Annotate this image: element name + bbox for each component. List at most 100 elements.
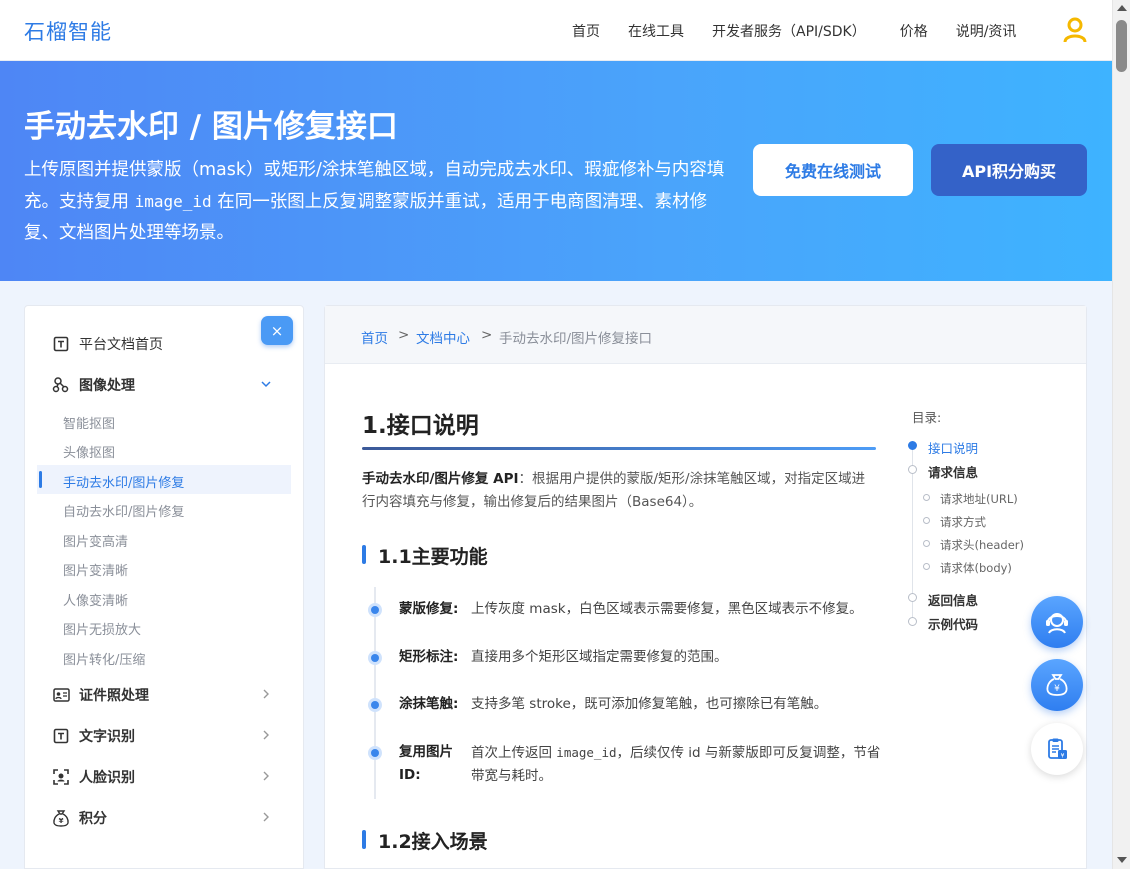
subsection-title-scenes: 1.2接入场景 [362, 827, 488, 854]
main-nav: 首页 在线工具 开发者服务（API/SDK） 价格 说明/资讯 [572, 21, 1044, 41]
toc-dot [908, 465, 917, 474]
nav-online-tools[interactable]: 在线工具 [628, 21, 684, 41]
chevron-right-icon[interactable] [261, 689, 271, 699]
sidebar-item-home[interactable]: 平台文档首页 [52, 334, 163, 354]
sidebar-item-label: 图像处理 [79, 378, 135, 394]
toc-item-request-body[interactable]: 请求体(body) [940, 560, 1012, 576]
nav-pricing[interactable]: 价格 [900, 21, 928, 41]
toc-dot [908, 617, 917, 626]
intro-paragraph: 手动去水印/图片修复 API：根据用户提供的蒙版/矩形/涂抹笔触区域，对指定区域… [362, 468, 876, 514]
feature-label: 复用图片 ID: [399, 741, 453, 787]
subsection-title-features: 1.1主要功能 [362, 542, 488, 569]
page-scrollbar[interactable] [1112, 0, 1130, 869]
section-title-underline [362, 447, 876, 450]
chevron-down-icon[interactable] [261, 379, 271, 389]
svg-text:¥: ¥ [1054, 684, 1060, 694]
timeline-dot [368, 746, 382, 760]
money-bag-icon: ¥ [52, 809, 70, 827]
timeline-dot [368, 651, 382, 665]
scroll-down-arrow-icon[interactable] [1117, 857, 1127, 863]
nav-docs-news[interactable]: 说明/资讯 [956, 21, 1017, 41]
breadcrumb-separator: > [398, 327, 410, 343]
sidebar-subitem-hd[interactable]: 图片变高清 [63, 531, 128, 550]
svg-text:¥: ¥ [1061, 753, 1065, 760]
toc-item-sample-code[interactable]: 示例代码 [928, 614, 978, 633]
free-online-test-button[interactable]: 免费在线测试 [753, 144, 913, 196]
breadcrumb-docs[interactable]: 文档中心 [416, 327, 470, 347]
sidebar-subitem-clear[interactable]: 图片变清晰 [63, 560, 128, 579]
svg-text:¥: ¥ [59, 817, 64, 825]
feature-label-line1: 复用图片 [399, 744, 453, 760]
toc-dot [923, 517, 930, 524]
scroll-thumb[interactable] [1116, 20, 1127, 72]
points-purchase-button[interactable]: ¥ [1031, 659, 1083, 711]
hero-title: 手动去水印 / 图片修复接口 [24, 109, 398, 145]
sidebar-item-points[interactable]: ¥ 积分 [52, 808, 107, 828]
sidebar-subitem-avatar-cutout[interactable]: 头像抠图 [63, 442, 115, 461]
toc-dot [908, 593, 917, 602]
hero-description: 上传原图并提供蒙版（mask）或矩形/涂抹笔触区域，自动完成去水印、瑕疵修补与内… [24, 155, 734, 249]
docs-sidebar: × 平台文档首页 图像处理 智能抠图 头像抠图 手动去水印/图片修复 自动去水印… [24, 305, 304, 869]
feature-label: 矩形标注: [399, 649, 459, 665]
timeline-line [374, 587, 376, 799]
id-card-icon [52, 686, 70, 704]
clipboard-icon: ¥ [1048, 738, 1067, 760]
nav-home[interactable]: 首页 [572, 21, 600, 41]
feature-text-a: 首次上传返回 [471, 745, 557, 761]
sidebar-subitem-auto-watermark[interactable]: 自动去水印/图片修复 [63, 501, 184, 520]
sidebar-item-label: 文字识别 [79, 729, 135, 745]
sidebar-subitem-manual-watermark[interactable]: 手动去水印/图片修复 [63, 472, 184, 491]
top-navbar: 石榴智能 首页 在线工具 开发者服务（API/SDK） 价格 说明/资讯 [0, 0, 1112, 61]
toc-dot-active [908, 441, 917, 450]
sidebar-item-image-processing[interactable]: 图像处理 [52, 375, 135, 395]
face-scan-icon [52, 768, 70, 786]
toc-title: 目录: [912, 410, 942, 425]
sidebar-item-label: 证件照处理 [79, 688, 149, 704]
toc-item-response-info[interactable]: 返回信息 [928, 590, 978, 609]
text-icon [52, 727, 70, 745]
sidebar-subitem-portrait-clear[interactable]: 人像变清晰 [63, 590, 128, 609]
chevron-right-icon[interactable] [261, 812, 271, 822]
sidebar-item-id-photo[interactable]: 证件照处理 [52, 685, 149, 705]
sidebar-subitem-upscale[interactable]: 图片无损放大 [63, 619, 141, 638]
doc-content-panel: 首页 > 文档中心 > 手动去水印/图片修复接口 1.接口说明 手动去水印/图片… [324, 305, 1087, 869]
toc-item-request-info[interactable]: 请求信息 [928, 462, 978, 481]
scroll-up-arrow-icon[interactable] [1117, 5, 1127, 11]
breadcrumb-separator: > [481, 327, 493, 343]
api-points-buy-button[interactable]: API积分购买 [931, 144, 1087, 196]
nav-developer-services[interactable]: 开发者服务（API/SDK） [712, 21, 866, 41]
toc-item-request-url[interactable]: 请求地址(URL) [940, 491, 1018, 507]
user-icon[interactable] [1063, 17, 1087, 43]
feature-text: 首次上传返回 image_id，后续仅传 id 与新蒙版即可反复调整，节省带宽与… [471, 741, 881, 788]
document-icon [52, 335, 70, 353]
toc-item-api-intro[interactable]: 接口说明 [928, 438, 978, 457]
customer-service-button[interactable] [1031, 596, 1083, 648]
toc-dot [923, 540, 930, 547]
timeline-dot [368, 603, 382, 617]
api-docs-button[interactable]: ¥ [1031, 723, 1083, 775]
section-title: 1.接口说明 [362, 413, 479, 439]
sidebar-item-label: 积分 [79, 811, 107, 827]
toc-item-request-header[interactable]: 请求头(header) [940, 537, 1024, 553]
feature-label-line2: ID: [399, 767, 421, 783]
sidebar-item-ocr[interactable]: 文字识别 [52, 726, 135, 746]
breadcrumb-home[interactable]: 首页 [361, 327, 388, 347]
breadcrumb-current: 手动去水印/图片修复接口 [499, 331, 653, 347]
timeline-dot [368, 698, 382, 712]
sidebar-item-label: 人脸识别 [79, 770, 135, 786]
sidebar-item-label: 平台文档首页 [79, 337, 163, 353]
headset-icon [1046, 613, 1068, 634]
sidebar-subitem-convert-compress[interactable]: 图片转化/压缩 [63, 649, 145, 668]
hero-banner: 手动去水印 / 图片修复接口 上传原图并提供蒙版（mask）或矩形/涂抹笔触区域… [0, 61, 1112, 281]
sidebar-close-button[interactable]: × [261, 316, 293, 345]
toc-item-request-method[interactable]: 请求方式 [940, 514, 986, 530]
chevron-right-icon[interactable] [261, 771, 271, 781]
sidebar-item-face[interactable]: 人脸识别 [52, 767, 135, 787]
feature-text-code: image_id [556, 745, 617, 760]
chevron-right-icon[interactable] [261, 730, 271, 740]
feature-text: 上传灰度 mask，白色区域表示需要修复，黑色区域表示不修复。 [471, 601, 863, 617]
breadcrumb: 首页 > 文档中心 > 手动去水印/图片修复接口 [325, 306, 1086, 364]
feature-text: 直接用多个矩形区域指定需要修复的范围。 [471, 649, 728, 665]
sidebar-subitem-smart-cutout[interactable]: 智能抠图 [63, 413, 115, 432]
site-logo[interactable]: 石榴智能 [24, 16, 112, 46]
